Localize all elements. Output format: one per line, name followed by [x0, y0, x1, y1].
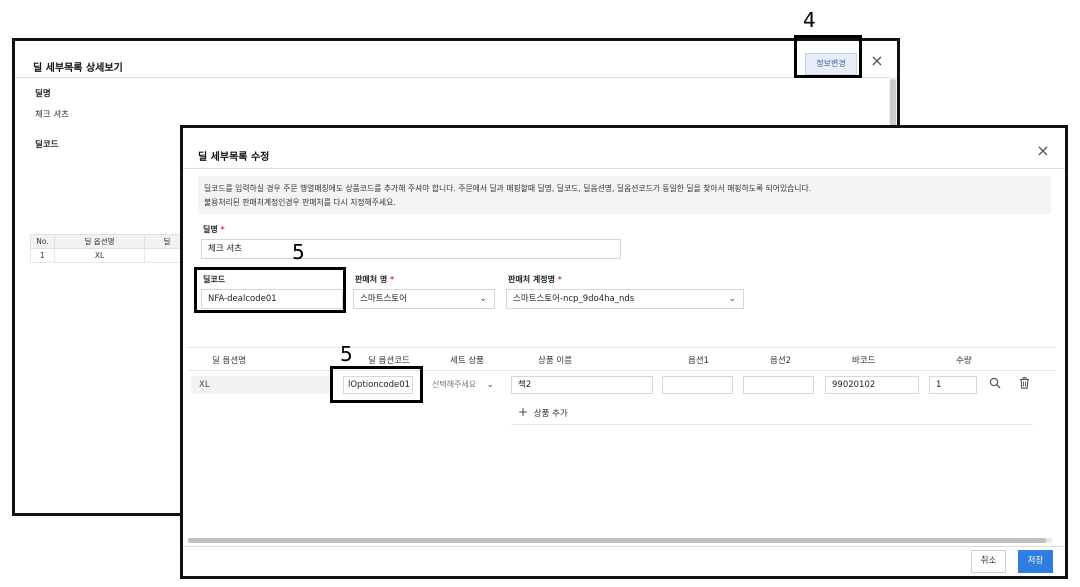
- divider: [511, 424, 1033, 425]
- annotation-number: 4: [803, 8, 816, 32]
- quantity-input[interactable]: 1: [929, 376, 977, 394]
- close-icon[interactable]: ×: [1033, 140, 1053, 162]
- seller-account-select[interactable]: 스마트스토어-ncp_9do4ha_nds ⌄: [506, 289, 744, 309]
- column-header: 딜 옵션명: [212, 356, 246, 366]
- chevron-down-icon: ⌄: [486, 380, 494, 390]
- search-icon[interactable]: [989, 377, 1001, 392]
- scrollbar-thumb[interactable]: [890, 79, 896, 127]
- divider: [183, 546, 1065, 547]
- divider: [15, 77, 897, 78]
- column-header: 옵션1: [688, 356, 710, 366]
- save-button[interactable]: 저장: [1018, 550, 1053, 573]
- column-header: 옵션2: [770, 356, 792, 366]
- deal-name-label: 딜명: [35, 89, 51, 99]
- column-header: 수량: [956, 356, 972, 366]
- chevron-down-icon: ⌄: [728, 294, 736, 304]
- chevron-down-icon: ⌄: [479, 294, 487, 304]
- modal-title: 딜 세부목록 수정: [198, 152, 270, 163]
- scrollbar-thumb[interactable]: [188, 538, 1046, 543]
- add-product-button[interactable]: + 상품 추가: [518, 405, 568, 419]
- annotation-box: [794, 35, 862, 78]
- annotation-box: [194, 267, 346, 313]
- column-header: 상품 이름: [538, 356, 572, 366]
- deal-name-label: 딜명 *: [203, 225, 225, 234]
- option-table-header: 딜 옵션명 딜 옵션코드 세트 상품 상품 이름 옵션1 옵션2 바코드 수량: [188, 347, 1056, 371]
- annotation-box: [330, 366, 423, 403]
- cancel-button[interactable]: 취소: [971, 550, 1006, 573]
- edit-modal: 딜 세부목록 수정 × 딜코드를 입력하실 경우 주문 행열매칭에도 상품코드를…: [180, 125, 1068, 579]
- seller-select[interactable]: 스마트스토어 ⌄: [353, 289, 495, 309]
- deal-name-input[interactable]: 체크 셔츠: [201, 239, 621, 259]
- column-header: 딜 옵션코드: [368, 356, 410, 366]
- table-cell: XL: [54, 248, 145, 263]
- deal-code-label: 딜코드: [35, 140, 59, 150]
- column-header: 세트 상품: [450, 356, 484, 366]
- plus-icon: +: [518, 405, 529, 419]
- modal-title: 딜 세부목록 상세보기: [33, 63, 123, 74]
- add-product-label: 상품 추가: [533, 409, 568, 419]
- notice-line: 딜코드를 입력하실 경우 주문 행열매칭에도 상품코드를 추가해 주셔야 합니다…: [204, 184, 812, 193]
- column-header: 바코드: [852, 356, 876, 366]
- notice-box: 딜코드를 입력하실 경우 주문 행열매칭에도 상품코드를 추가해 주셔야 합니다…: [198, 176, 1051, 214]
- close-icon[interactable]: ×: [867, 50, 887, 72]
- annotation-number: 5: [292, 240, 305, 264]
- notice-line: 불용처리된 판매처계정인경우 판매처를 다시 지정해주세요.: [204, 198, 396, 207]
- option2-input[interactable]: [743, 376, 814, 394]
- column-header: 딜 옵션명: [54, 234, 145, 249]
- set-product-select[interactable]: 선택해주세요 ⌄: [427, 376, 497, 394]
- table-row: 1 XL: [30, 248, 190, 263]
- option1-input[interactable]: [662, 376, 733, 394]
- deal-option-table: No. 딜 옵션명 딜 1 XL: [30, 234, 190, 263]
- option-name-cell: XL: [191, 376, 331, 394]
- table-cell: 1: [30, 248, 55, 263]
- seller-label: 판매처 명 *: [355, 275, 395, 284]
- product-name-input[interactable]: 책2: [511, 376, 653, 394]
- column-header: No.: [30, 234, 55, 249]
- divider: [183, 168, 1065, 169]
- seller-account-label: 판매처 계정명 *: [508, 275, 562, 284]
- annotation-number: 5: [340, 342, 353, 366]
- trash-icon[interactable]: [1019, 377, 1030, 392]
- deal-name-value: 체크 셔츠: [35, 110, 69, 120]
- barcode-input[interactable]: 99020102: [825, 376, 919, 394]
